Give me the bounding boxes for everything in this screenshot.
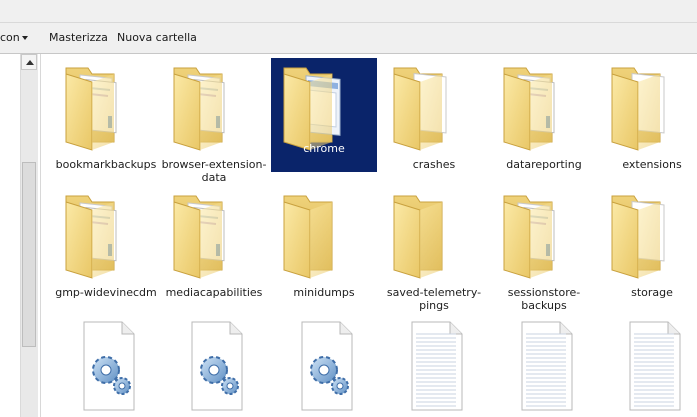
new-folder-button[interactable]: Nuova cartella — [117, 31, 197, 44]
file-item-label: browser-extension-data — [161, 158, 267, 184]
file-item-label: chrome — [303, 142, 345, 155]
file-item[interactable]: storage — [598, 186, 697, 299]
folder-empty-icon — [270, 186, 378, 284]
text-file-icon — [598, 316, 697, 414]
file-item[interactable] — [52, 316, 160, 416]
file-item[interactable]: bookmarkbackups — [52, 58, 160, 171]
folder-documents-icon — [160, 186, 268, 284]
navigation-scrollbar[interactable] — [20, 54, 38, 417]
file-item-label: sessionstore-backups — [507, 286, 581, 312]
file-item[interactable] — [490, 316, 598, 416]
file-item[interactable] — [160, 316, 268, 416]
file-item[interactable] — [270, 316, 378, 416]
scroll-up-button[interactable] — [21, 54, 37, 70]
command-toolbar: con Masterizza Nuova cartella — [0, 23, 697, 54]
top-strip — [0, 0, 697, 23]
folder-documents-icon — [52, 186, 160, 284]
text-file-icon — [380, 316, 488, 414]
settings-file-icon — [160, 316, 268, 414]
folder-paper-icon — [598, 186, 697, 284]
folder-documents-icon — [52, 58, 160, 156]
file-item[interactable]: minidumps — [270, 186, 378, 299]
file-item[interactable] — [598, 316, 697, 416]
file-item[interactable]: saved-telemetry-pings — [380, 186, 488, 312]
file-item[interactable]: datareporting — [490, 58, 598, 171]
file-item[interactable] — [380, 316, 488, 416]
file-item-label: datareporting — [506, 158, 582, 171]
text-file-icon — [490, 316, 598, 414]
folder-documents-icon — [490, 186, 598, 284]
file-item-label: bookmarkbackups — [55, 158, 157, 171]
chevron-down-icon[interactable] — [22, 36, 28, 40]
folder-documents-icon — [160, 58, 268, 156]
file-item-label: storage — [631, 286, 673, 299]
folder-empty-icon — [380, 186, 488, 284]
file-item-label: crashes — [412, 158, 456, 171]
file-item[interactable]: extensions — [598, 58, 697, 171]
folder-documents-icon — [490, 58, 598, 156]
scrollbar-thumb[interactable] — [22, 162, 36, 347]
burn-button[interactable]: Masterizza — [49, 31, 108, 44]
file-item-label: gmp-widevinecdm — [55, 286, 157, 299]
file-item-label: saved-telemetry-pings — [386, 286, 482, 312]
file-item[interactable]: mediacapabilities — [160, 186, 268, 299]
file-item[interactable]: crashes — [380, 58, 488, 171]
toolbar-partial-button[interactable]: con — [0, 31, 20, 44]
file-item[interactable]: browser-extension-data — [160, 58, 268, 184]
settings-file-icon — [270, 316, 378, 414]
file-item[interactable]: sessionstore-backups — [490, 186, 598, 312]
file-item[interactable]: chrome — [270, 58, 378, 172]
folder-paper-icon — [380, 58, 488, 156]
file-item-label: mediacapabilities — [165, 286, 263, 299]
file-item[interactable]: gmp-widevinecdm — [52, 186, 160, 299]
file-item-label: minidumps — [293, 286, 355, 299]
folder-paper-icon — [598, 58, 697, 156]
file-item-label: extensions — [622, 158, 682, 171]
settings-file-icon — [52, 316, 160, 414]
